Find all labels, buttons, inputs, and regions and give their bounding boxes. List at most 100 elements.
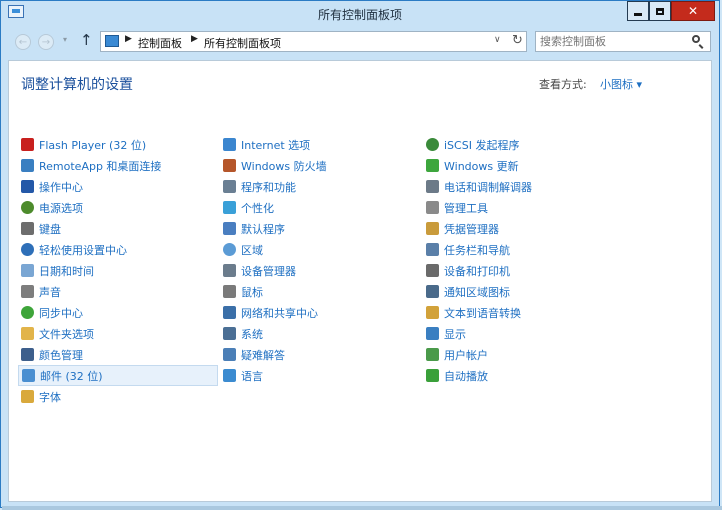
- user-accounts-icon: [426, 348, 439, 361]
- calendar-icon: [21, 264, 34, 277]
- control-panel-item[interactable]: 日期和时间: [18, 260, 218, 281]
- admin-tools-icon: [426, 201, 439, 214]
- control-panel-item-label: 疑难解答: [241, 348, 285, 362]
- control-panel-item[interactable]: 自动播放: [423, 365, 623, 386]
- control-panel-item[interactable]: 程序和功能: [220, 176, 420, 197]
- control-panel-item-label: 系统: [241, 327, 263, 341]
- address-dropdown-icon[interactable]: ∨: [494, 35, 501, 45]
- forward-arrow-icon: →: [41, 36, 51, 48]
- window-title: 所有控制面板项: [317, 8, 402, 22]
- recent-locations-button[interactable]: ▾: [63, 35, 67, 44]
- control-panel-item[interactable]: Windows 防火墙: [220, 155, 420, 176]
- mouse-icon: [223, 285, 236, 298]
- back-arrow-icon: ←: [18, 36, 28, 48]
- control-panel-item[interactable]: 文本到语音转换: [423, 302, 623, 323]
- search-icon[interactable]: [692, 35, 700, 43]
- control-panel-item[interactable]: 设备和打印机: [423, 260, 623, 281]
- back-button[interactable]: ←: [15, 34, 31, 50]
- control-panel-item[interactable]: 颜色管理: [18, 344, 218, 365]
- control-panel-item[interactable]: 字体: [18, 386, 218, 407]
- breadcrumb-separator-icon[interactable]: ▶: [125, 34, 132, 44]
- control-panel-item[interactable]: 管理工具: [423, 197, 623, 218]
- control-panel-item[interactable]: 区域: [220, 239, 420, 260]
- control-panel-item[interactable]: 语言: [220, 365, 420, 386]
- control-panel-location-icon: [105, 35, 119, 47]
- control-panel-item[interactable]: 电话和调制解调器: [423, 176, 623, 197]
- control-panel-item[interactable]: 显示: [423, 323, 623, 344]
- control-panel-item[interactable]: 轻松使用设置中心: [18, 239, 218, 260]
- view-by-dropdown[interactable]: 小图标 ▾: [600, 76, 642, 92]
- control-panel-item[interactable]: 通知区域图标: [423, 281, 623, 302]
- control-panel-item[interactable]: iSCSI 发起程序: [423, 134, 623, 155]
- control-panel-item[interactable]: 操作中心: [18, 176, 218, 197]
- breadcrumb-all-items[interactable]: 所有控制面板项: [204, 35, 281, 51]
- control-panel-item[interactable]: 凭据管理器: [423, 218, 623, 239]
- items-column-1: Flash Player (32 位) RemoteApp 和桌面连接 操作中心电源…: [18, 134, 218, 407]
- control-panel-item[interactable]: 个性化: [220, 197, 420, 218]
- control-panel-item-label: 任务栏和导航: [444, 243, 510, 257]
- control-panel-item[interactable]: Internet 选项: [220, 134, 420, 155]
- control-panel-item-label: 程序和功能: [241, 180, 296, 194]
- control-panel-item-label: 网络和共享中心: [241, 306, 318, 320]
- control-panel-item[interactable]: 网络和共享中心: [220, 302, 420, 323]
- control-panel-item[interactable]: 系统: [220, 323, 420, 344]
- title-bar[interactable]: 所有控制面板项 ✕: [1, 1, 719, 27]
- control-panel-item[interactable]: Flash Player (32 位): [18, 134, 218, 155]
- search-box[interactable]: [535, 31, 711, 52]
- firewall-icon: [223, 159, 236, 172]
- control-panel-item[interactable]: 设备管理器: [220, 260, 420, 281]
- control-panel-item[interactable]: RemoteApp 和桌面连接: [18, 155, 218, 176]
- control-panel-item-label: 颜色管理: [39, 348, 83, 362]
- taskbar-icon: [426, 243, 439, 256]
- programs-icon: [223, 180, 236, 193]
- control-panel-item-label: 电源选项: [39, 201, 83, 215]
- control-panel-item-label: 管理工具: [444, 201, 488, 215]
- refresh-icon[interactable]: ↻: [512, 33, 523, 48]
- network-icon: [223, 306, 236, 319]
- control-panel-item-label: 声音: [39, 285, 61, 299]
- credential-manager-icon: [426, 222, 439, 235]
- breadcrumb-separator-icon[interactable]: ▶: [191, 34, 198, 44]
- remoteapp-icon: [21, 159, 34, 172]
- control-panel-item-label: Flash Player (32 位): [39, 138, 147, 152]
- mail-icon: [22, 369, 35, 382]
- control-panel-item-label: Internet 选项: [241, 138, 311, 152]
- control-panel-item-label: 电话和调制解调器: [444, 180, 532, 194]
- maximize-icon: [656, 7, 664, 15]
- device-manager-icon: [223, 264, 236, 277]
- control-panel-item[interactable]: Windows 更新: [423, 155, 623, 176]
- address-bar[interactable]: ▶ 控制面板 ▶ 所有控制面板项 ∨ ↻: [100, 31, 527, 52]
- control-panel-item-label: 同步中心: [39, 306, 83, 320]
- up-level-button[interactable]: ↑: [80, 31, 93, 49]
- minimize-button[interactable]: [627, 1, 649, 21]
- control-panel-item[interactable]: 疑难解答: [220, 344, 420, 365]
- control-panel-item[interactable]: 鼠标: [220, 281, 420, 302]
- control-panel-item-label: 显示: [444, 327, 466, 341]
- view-by-label: 查看方式:: [539, 78, 587, 91]
- control-panel-item[interactable]: 同步中心: [18, 302, 218, 323]
- control-panel-item[interactable]: 电源选项: [18, 197, 218, 218]
- windows-update-icon: [426, 159, 439, 172]
- control-panel-item[interactable]: 文件夹选项: [18, 323, 218, 344]
- control-panel-item[interactable]: 默认程序: [220, 218, 420, 239]
- maximize-button[interactable]: [649, 1, 671, 21]
- breadcrumb-control-panel[interactable]: 控制面板: [138, 35, 182, 51]
- control-panel-item-label: 自动播放: [444, 369, 488, 383]
- control-panel-item[interactable]: 键盘: [18, 218, 218, 239]
- notification-area-icon: [426, 285, 439, 298]
- close-button[interactable]: ✕: [671, 1, 715, 21]
- internet-options-icon: [223, 138, 236, 151]
- control-panel-item[interactable]: 声音: [18, 281, 218, 302]
- region-icon: [223, 243, 236, 256]
- content-pane: 调整计算机的设置 查看方式: 小图标 ▾ Flash Player (32 位)…: [8, 60, 712, 502]
- control-panel-item-label: 通知区域图标: [444, 285, 510, 299]
- folder-options-icon: [21, 327, 34, 340]
- search-input[interactable]: [540, 33, 685, 50]
- flash-icon: [21, 138, 34, 151]
- control-panel-item-label: 语言: [241, 369, 263, 383]
- control-panel-item[interactable]: 用户帐户: [423, 344, 623, 365]
- forward-button[interactable]: →: [38, 34, 54, 50]
- control-panel-item[interactable]: 邮件 (32 位): [18, 365, 218, 386]
- troubleshooting-icon: [223, 348, 236, 361]
- control-panel-item[interactable]: 任务栏和导航: [423, 239, 623, 260]
